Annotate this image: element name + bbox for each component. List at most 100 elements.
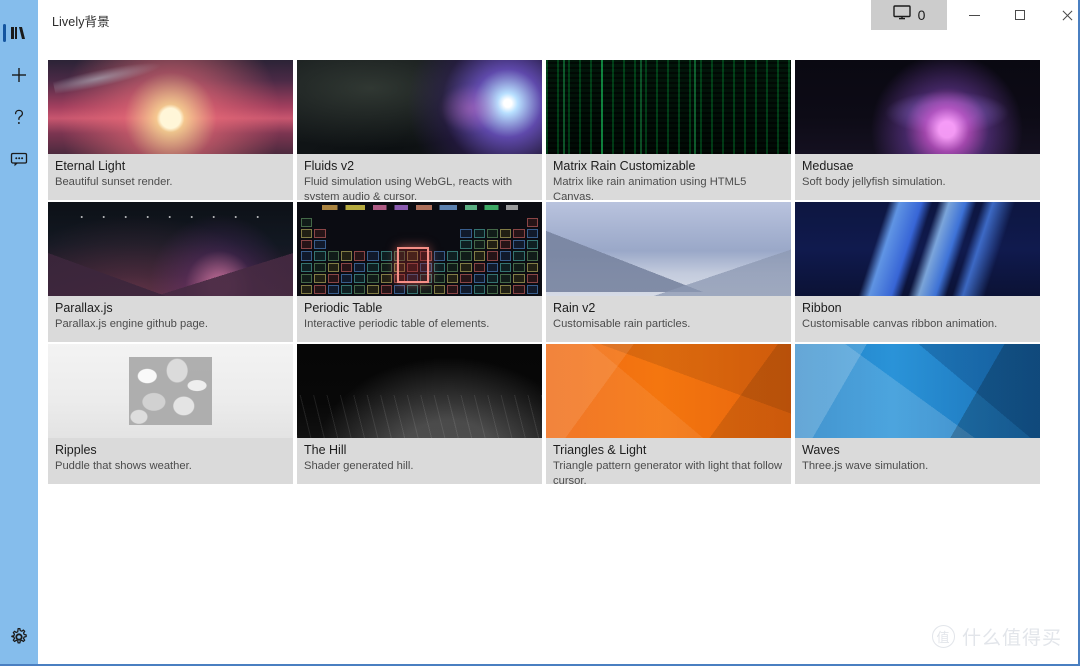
wallpaper-card[interactable]: WavesThree.js wave simulation.	[795, 344, 1040, 484]
wallpaper-thumbnail	[795, 60, 1040, 154]
periodic-cell	[447, 218, 458, 227]
sidebar-item-add[interactable]	[0, 54, 38, 96]
wallpaper-preview-art	[795, 202, 1040, 296]
wallpaper-title: Ripples	[55, 442, 286, 458]
wallpaper-meta: RibbonCustomisable canvas ribbon animati…	[795, 296, 1040, 342]
wallpaper-card[interactable]: Rain v2Customisable rain particles.	[546, 202, 791, 342]
wallpaper-meta: RipplesPuddle that shows weather.	[48, 438, 293, 484]
wallpaper-card[interactable]: RibbonCustomisable canvas ribbon animati…	[795, 202, 1040, 342]
app-title: Lively背景	[52, 11, 110, 30]
periodic-cell	[367, 229, 378, 238]
periodic-cell	[354, 218, 365, 227]
monitor-icon	[893, 5, 911, 25]
periodic-cell	[381, 263, 392, 272]
sidebar-item-library[interactable]	[0, 12, 38, 54]
periodic-cell	[341, 218, 352, 227]
library-icon	[9, 24, 29, 42]
wallpaper-meta: Periodic TableInteractive periodic table…	[297, 296, 542, 342]
periodic-cell	[460, 274, 471, 283]
periodic-cell	[407, 285, 418, 294]
periodic-cell	[434, 274, 445, 283]
wallpaper-card[interactable]: The HillShader generated hill.	[297, 344, 542, 484]
periodic-cell	[513, 274, 524, 283]
periodic-cell	[301, 218, 312, 227]
wallpaper-card[interactable]: Triangles & LightTriangle pattern genera…	[546, 344, 791, 484]
wallpaper-card[interactable]: Matrix Rain CustomizableMatrix like rain…	[546, 60, 791, 200]
wallpaper-description: Interactive periodic table of elements.	[304, 317, 535, 332]
wallpaper-thumbnail	[297, 60, 542, 154]
periodic-cell	[500, 218, 511, 227]
sidebar-item-feedback[interactable]	[0, 138, 38, 180]
periodic-cell	[354, 229, 365, 238]
screen-count-chip[interactable]: 0	[871, 0, 947, 30]
periodic-cell	[328, 285, 339, 294]
wallpaper-card[interactable]: RipplesPuddle that shows weather.	[48, 344, 293, 484]
wallpaper-thumbnail	[297, 202, 542, 296]
periodic-cell	[407, 229, 418, 238]
periodic-cell	[513, 263, 524, 272]
periodic-cell	[487, 229, 498, 238]
periodic-cell	[434, 285, 445, 294]
pebbles-inset	[129, 357, 212, 425]
periodic-cell	[460, 229, 471, 238]
wallpaper-card[interactable]: Periodic TableInteractive periodic table…	[297, 202, 542, 342]
wallpaper-description: Fluid simulation using WebGL, reacts wit…	[304, 175, 535, 200]
lively-wallpaper-window: Lively背景 0 Eternal LightBeautiful sunset…	[0, 0, 1080, 666]
periodic-cell	[527, 251, 538, 260]
periodic-cell	[367, 263, 378, 272]
periodic-cell	[474, 229, 485, 238]
sidebar-item-settings[interactable]	[0, 616, 38, 658]
periodic-cell	[447, 263, 458, 272]
periodic-cell	[367, 274, 378, 283]
title-bar: Lively背景 0	[38, 0, 1078, 44]
periodic-cell	[513, 251, 524, 260]
periodic-cell	[420, 218, 431, 227]
periodic-cell	[354, 274, 365, 283]
wallpaper-card[interactable]: MedusaeSoft body jellyfish simulation.	[795, 60, 1040, 200]
periodic-cell	[447, 274, 458, 283]
periodic-cell	[367, 251, 378, 260]
wallpaper-card[interactable]: Parallax.jsParallax.js engine github pag…	[48, 202, 293, 342]
periodic-cell	[328, 218, 339, 227]
wallpaper-meta: Fluids v2Fluid simulation using WebGL, r…	[297, 154, 542, 200]
wallpaper-description: Matrix like rain animation using HTML5 C…	[553, 175, 784, 200]
wallpaper-description: Parallax.js engine github page.	[55, 317, 286, 332]
periodic-cell	[341, 263, 352, 272]
sidebar-item-help[interactable]	[0, 96, 38, 138]
watermark-badge: 值	[932, 625, 955, 648]
periodic-legend	[322, 205, 518, 210]
periodic-cell	[381, 274, 392, 283]
sidebar	[0, 0, 38, 666]
periodic-cell	[314, 285, 325, 294]
periodic-cell	[460, 218, 471, 227]
periodic-cell	[447, 229, 458, 238]
close-button[interactable]	[1043, 0, 1080, 30]
periodic-cell	[314, 218, 325, 227]
wallpaper-preview-art	[48, 60, 293, 154]
periodic-cell	[487, 218, 498, 227]
wallpaper-preview-art	[546, 60, 791, 154]
wallpaper-card[interactable]: Fluids v2Fluid simulation using WebGL, r…	[297, 60, 542, 200]
wallpaper-card[interactable]: Eternal LightBeautiful sunset render.	[48, 60, 293, 200]
wallpaper-description: Shader generated hill.	[304, 459, 535, 474]
wallpaper-meta: Parallax.jsParallax.js engine github pag…	[48, 296, 293, 342]
periodic-cell	[447, 285, 458, 294]
wallpaper-description: Triangle pattern generator with light th…	[553, 459, 784, 484]
maximize-button[interactable]	[997, 0, 1043, 30]
wallpaper-preview-art	[546, 202, 791, 296]
periodic-cell	[354, 240, 365, 249]
wallpaper-meta: The HillShader generated hill.	[297, 438, 542, 484]
periodic-cell	[367, 218, 378, 227]
wallpaper-title: Eternal Light	[55, 158, 286, 174]
wallpaper-description: Customisable rain particles.	[553, 317, 784, 332]
periodic-cell	[474, 285, 485, 294]
periodic-cell	[460, 251, 471, 260]
periodic-cell	[301, 285, 312, 294]
periodic-cell	[474, 218, 485, 227]
periodic-cell	[474, 240, 485, 249]
periodic-cell	[314, 229, 325, 238]
minimize-button[interactable]	[951, 0, 997, 30]
periodic-cell	[341, 229, 352, 238]
wallpaper-preview-art	[297, 202, 542, 296]
periodic-cell	[487, 251, 498, 260]
